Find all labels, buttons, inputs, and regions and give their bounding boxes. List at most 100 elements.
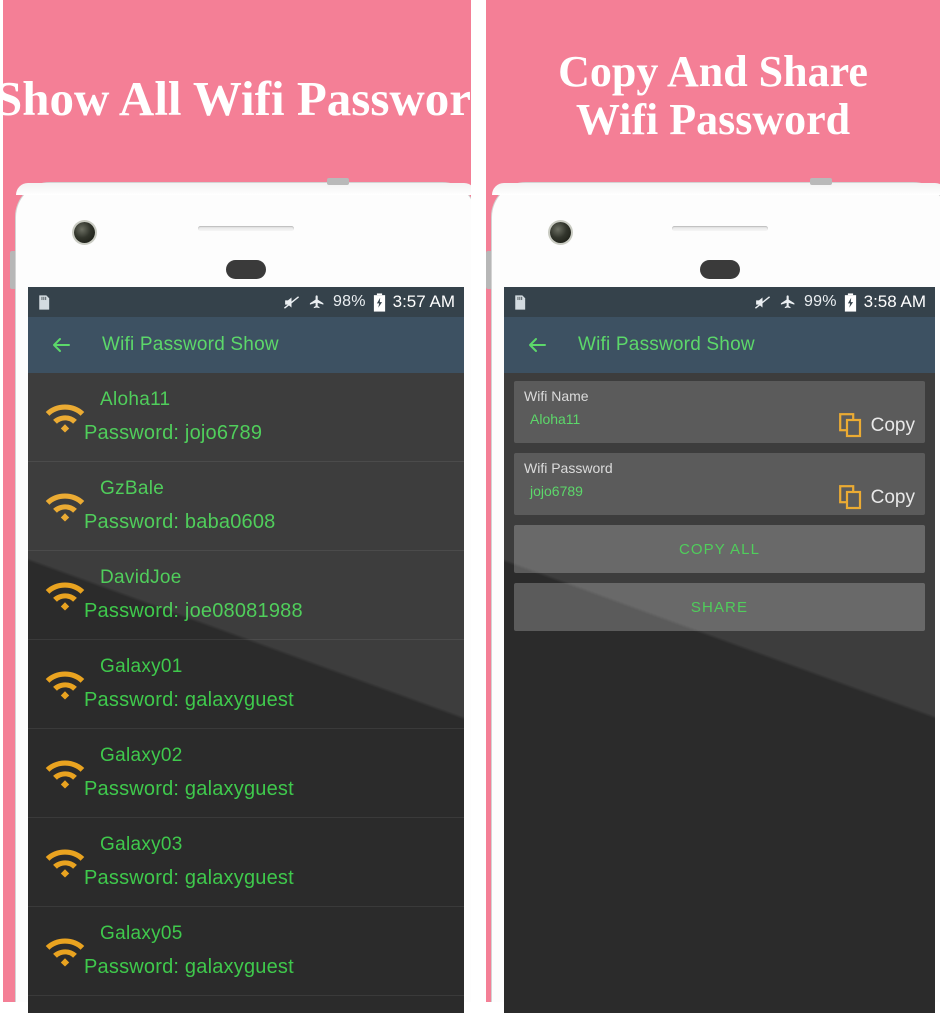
list-item-texts: DavidJoe Password: joe08081988 [84,567,303,623]
copy-icon [838,485,861,510]
list-item-texts: Galaxy02 Password: galaxyguest [84,745,294,801]
wifi-password: Password: galaxyguest [84,956,294,978]
copy-wifi-name-button[interactable]: Copy [838,413,915,443]
wifi-ssid: Galaxy05 [100,923,183,944]
phone-top-notch [327,178,349,185]
headline-line-1: Copy And Share [558,47,868,96]
phone-top-notch [810,178,832,185]
wifi-password-value: jojo6789 [530,483,583,499]
list-item-texts: Galaxy03 Password: galaxyguest [84,834,294,890]
status-bar: 98% 3:57 AM [28,287,464,317]
list-item[interactable]: DavidJoe Password: joe08081988 [28,551,464,640]
wifi-signal-icon [45,849,85,878]
list-item-texts: Aloha11 Password: jojo6789 [84,389,262,445]
wifi-password: Password: baba0608 [84,511,276,533]
wifi-ssid: Galaxy03 [100,834,183,855]
list-item[interactable]: Galaxy03 Password: galaxyguest [28,818,464,907]
list-item[interactable]: Galaxy05 Password: galaxyguest [28,907,464,996]
back-arrow-icon[interactable] [44,333,78,357]
wifi-ssid: Galaxy06 [100,1012,294,1013]
wifi-password-texts: Wifi Password jojo6789 [524,460,613,499]
list-item[interactable]: Aloha11 Password: jojo6789 [28,373,464,462]
list-item[interactable]: GzBale Password: baba0608 [28,462,464,551]
list-item-texts: GzBale Password: baba0608 [84,478,276,534]
front-camera-icon [550,222,571,243]
wifi-password: Password: galaxyguest [84,867,294,889]
wifi-ssid: GzBale [100,478,165,499]
wifi-signal-icon [45,404,85,433]
volume-mute-icon [283,295,300,309]
copy-wifi-password-button[interactable]: Copy [838,485,915,515]
wifi-password: Password: galaxyguest [84,778,294,800]
panel-left-headline: Show All Wifi Password [3,71,471,126]
wifi-password-label: Wifi Password [524,460,613,476]
copy-label: Copy [870,487,915,508]
phone-side-button[interactable] [486,251,491,289]
battery-percent-label: 99% [804,293,837,310]
wifi-password: Password: joe08081988 [84,600,303,622]
wifi-name-field: Wifi Name Aloha11 Copy [514,381,925,443]
status-bar-clock: 3:57 AM [392,292,455,311]
wifi-signal-icon [45,493,85,522]
phone-mockup-left: 98% 3:57 AM Wifi Password Show Aloha11 P… [10,178,471,1013]
wifi-ssid: Galaxy01 [100,656,183,677]
wifi-detail-view: Wifi Name Aloha11 Copy Wifi Password joj… [504,373,935,1013]
list-item-texts: Galaxy05 Password: galaxyguest [84,923,294,979]
list-item[interactable]: Galaxy01 Password: galaxyguest [28,640,464,729]
status-bar-clock: 3:58 AM [863,292,926,311]
copy-all-button[interactable]: COPY ALL [514,525,925,573]
app-bar-title: Wifi Password Show [578,334,755,355]
front-camera-icon [74,222,95,243]
earpiece-speaker [198,226,294,231]
wifi-name-value: Aloha11 [530,411,581,427]
battery-percent-label: 98% [333,293,366,310]
phone-mockup-right: 99% 3:58 AM Wifi Password Show Wifi Name… [486,178,940,1013]
status-bar-right: 99% 3:58 AM [753,292,926,312]
app-bar-title: Wifi Password Show [102,334,279,355]
app-bar: Wifi Password Show [28,317,464,373]
wifi-signal-icon [45,582,85,611]
panel-right-headline: Copy And Share Wifi Password [486,48,940,143]
battery-charging-icon [844,292,856,312]
earpiece-speaker [671,226,768,231]
wifi-network-list[interactable]: Aloha11 Password: jojo6789 GzBale Passwo… [28,373,464,1013]
sdcard-icon [39,294,50,310]
wifi-signal-icon [45,760,85,789]
wifi-signal-icon [45,938,85,967]
list-item-texts: Galaxy01 Password: galaxyguest [84,656,294,712]
phone-top-glass [492,183,940,195]
wifi-ssid: DavidJoe [100,567,182,588]
promo-panel-right: Copy And Share Wifi Password 99% 3:58 AM… [486,0,940,1013]
sdcard-icon [515,294,526,310]
phone-side-button[interactable] [10,251,15,289]
copy-icon [838,413,861,438]
phone-top-glass [16,183,471,195]
wifi-name-label: Wifi Name [524,388,589,404]
status-bar-left [511,294,528,311]
copy-label: Copy [870,415,915,436]
headline-line-2: Wifi Password [575,94,851,144]
phone-screen-right: 99% 3:58 AM Wifi Password Show Wifi Name… [504,287,935,1013]
battery-charging-icon [373,292,385,312]
wifi-ssid: Aloha11 [100,389,171,410]
status-bar-right: 98% 3:57 AM [282,292,455,312]
airplane-mode-icon [780,294,795,308]
proximity-sensor [226,260,266,279]
wifi-password: Password: jojo6789 [84,422,263,444]
wifi-ssid: Galaxy02 [100,745,183,766]
status-bar: 99% 3:58 AM [504,287,935,317]
back-arrow-icon[interactable] [520,333,554,357]
wifi-name-texts: Wifi Name Aloha11 [524,388,589,427]
promo-panel-left: Show All Wifi Password 98% 3:57 AM Wifi … [3,0,471,1013]
list-item[interactable]: Galaxy02 Password: galaxyguest [28,729,464,818]
screenshot-stage: Show All Wifi Password 98% 3:57 AM Wifi … [0,0,943,1024]
status-bar-left [35,294,52,311]
phone-screen-left: 98% 3:57 AM Wifi Password Show Aloha11 P… [28,287,464,1013]
proximity-sensor [699,260,740,279]
wifi-password-field: Wifi Password jojo6789 Copy [514,453,925,515]
wifi-password: Password: galaxyguest [84,689,294,711]
list-item[interactable]: Galaxy06 Password: galaxyguest [28,996,464,1013]
share-button[interactable]: SHARE [514,583,925,631]
volume-mute-icon [754,295,771,309]
app-bar: Wifi Password Show [504,317,935,373]
